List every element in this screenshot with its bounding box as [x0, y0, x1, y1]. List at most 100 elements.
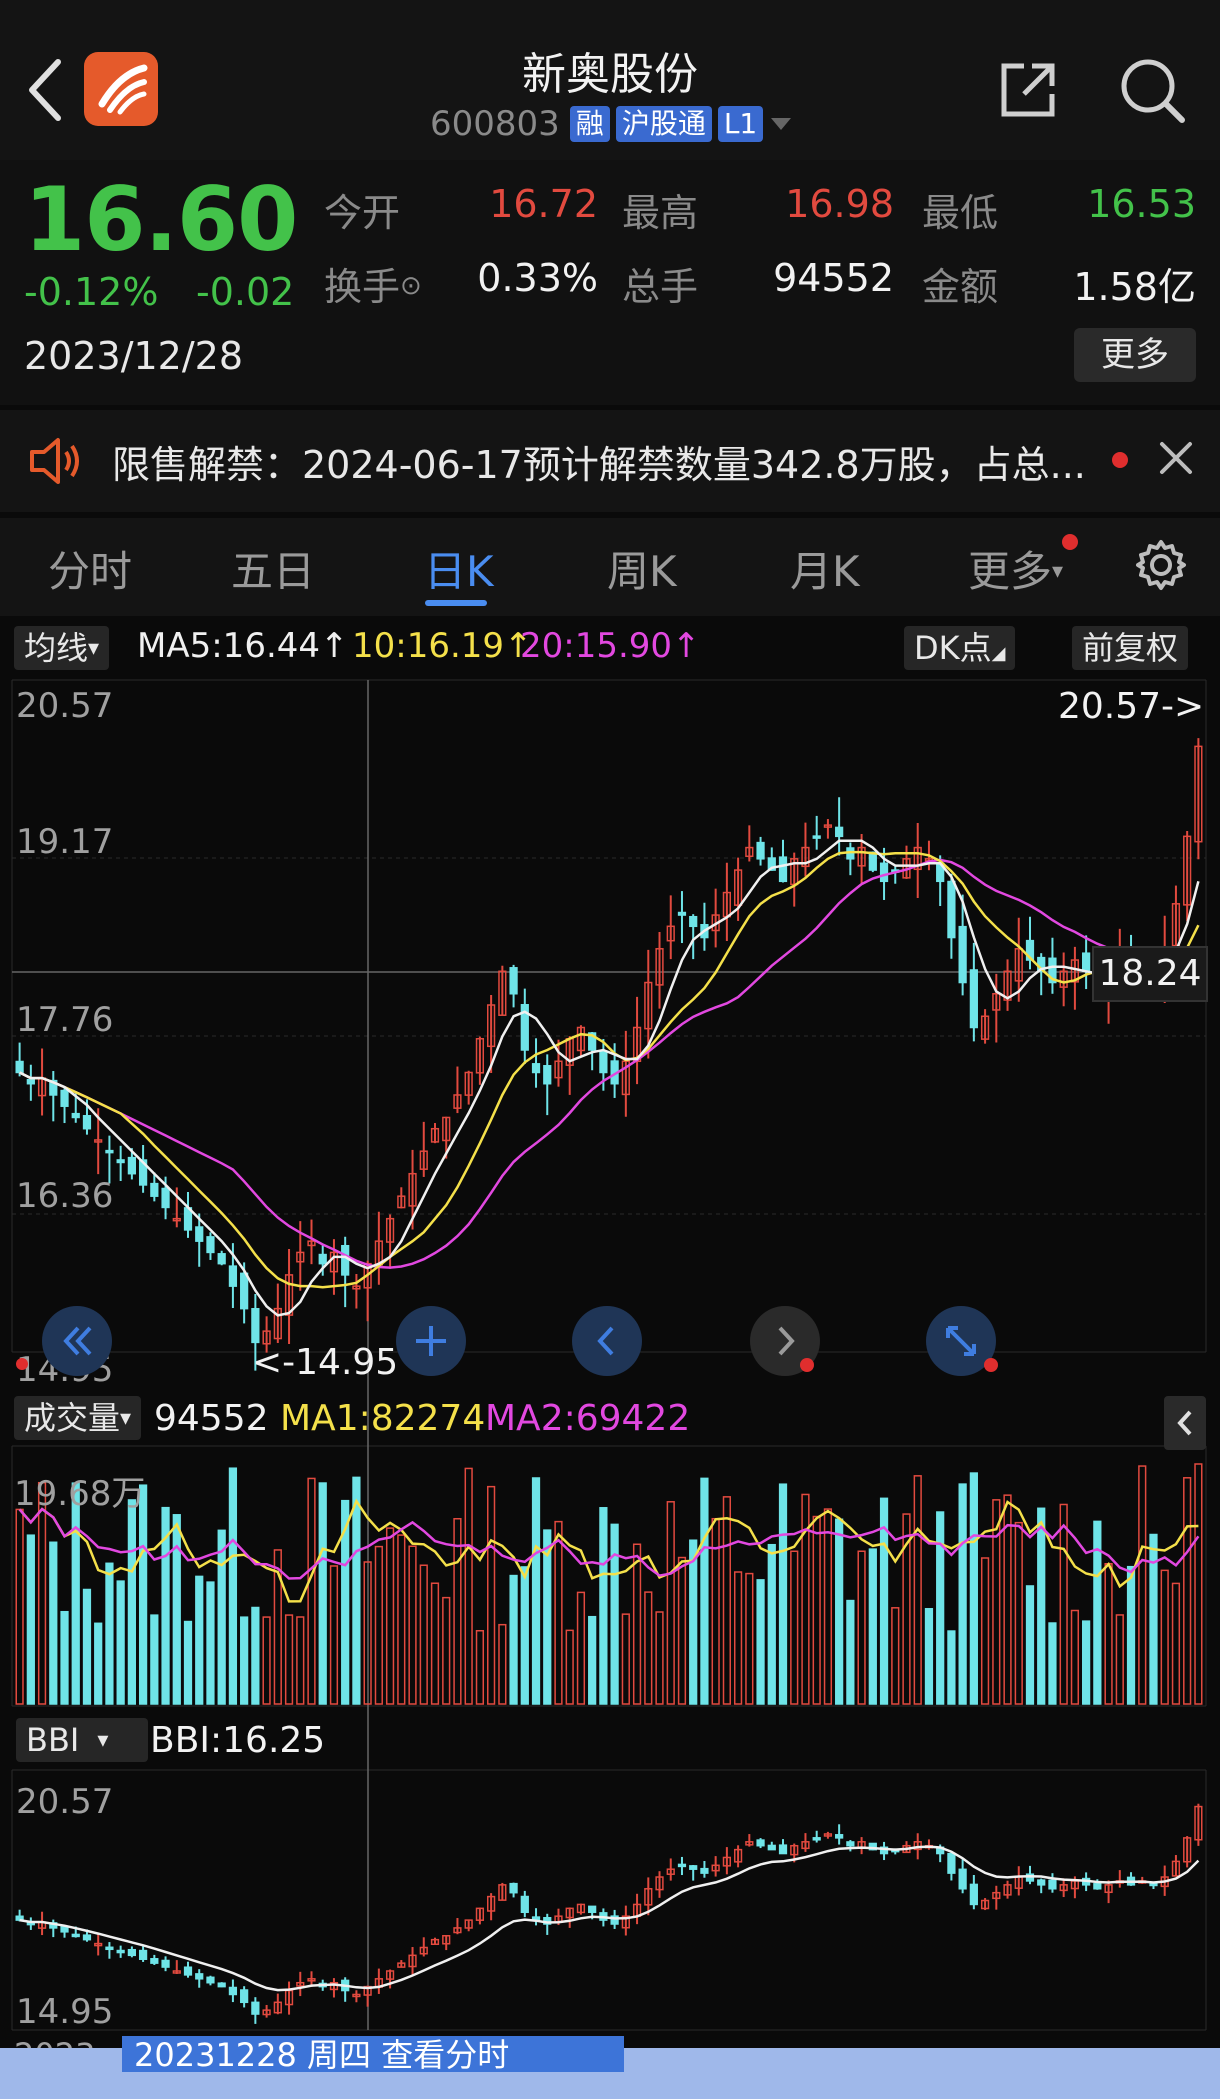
- min-price-marker: <-14.95: [252, 1342, 399, 1383]
- kline-y-label: 17.76: [16, 1000, 114, 1040]
- volume-bar: [228, 1467, 238, 1705]
- stock-code-row[interactable]: 600803 融 沪股通 L1: [430, 104, 793, 144]
- bbi-candle-body: [150, 1958, 159, 1964]
- volume-bar: [1115, 1614, 1124, 1705]
- kline-candle-body: [756, 841, 765, 860]
- low-value: 16.53: [1087, 182, 1196, 226]
- volume-bar: [408, 1545, 417, 1705]
- bbi-candle-body: [116, 1949, 125, 1954]
- volume-bar: [195, 1575, 204, 1705]
- volume-bar: [1194, 1463, 1203, 1705]
- tab-monthly-k[interactable]: 月K: [790, 538, 860, 599]
- close-notice-button[interactable]: [1156, 438, 1196, 478]
- kline-candle-body: [161, 1187, 170, 1209]
- volume-bar: [1014, 1521, 1023, 1705]
- share-button[interactable]: [996, 58, 1060, 122]
- bbi-candle-body: [767, 1844, 776, 1851]
- bbi-candle-body: [689, 1865, 698, 1870]
- more-quote-button[interactable]: 更多: [1074, 328, 1196, 382]
- volume-bar: [262, 1616, 271, 1705]
- volume-bar: [26, 1534, 35, 1705]
- open-label: 今开: [324, 191, 401, 235]
- tab-weekly-k[interactable]: 周K: [607, 538, 677, 599]
- volume-bar: [655, 1611, 664, 1705]
- settings-button[interactable]: [1134, 538, 1188, 592]
- volume-bars: [15, 1463, 1203, 1705]
- volume-bar: [733, 1571, 743, 1705]
- low-label: 最低: [922, 191, 999, 235]
- zoom-in-button[interactable]: [396, 1306, 466, 1376]
- scroll-left-fast-button[interactable]: [42, 1306, 112, 1376]
- volume-bar: [857, 1550, 866, 1705]
- volume-bar: [1138, 1465, 1147, 1705]
- tab-intraday[interactable]: 分时: [48, 538, 132, 599]
- volume-bar: [318, 1482, 327, 1705]
- tag-level: L1: [717, 106, 764, 142]
- bbi-y-bottom: 14.95: [16, 1992, 114, 2032]
- volume-bar: [464, 1467, 473, 1705]
- notice-text[interactable]: 限售解禁：2024-06-17预计解禁数量342.8万股，占总...: [112, 434, 1086, 489]
- volume-value: 94552: [773, 256, 894, 300]
- search-icon: [1121, 59, 1185, 123]
- volume-bar: [756, 1579, 765, 1705]
- bbi-candle-body: [812, 1837, 821, 1841]
- dk-point-button[interactable]: DK点◢: [904, 626, 1016, 670]
- volume-bar: [700, 1477, 709, 1705]
- ma20-value: 20:15.90↑: [520, 626, 701, 666]
- kline-candle-body: [341, 1244, 350, 1276]
- volume-bar: [1048, 1622, 1057, 1705]
- volume-bar: [138, 1484, 148, 1705]
- volume-bar: [969, 1472, 978, 1705]
- volume-label: 总手: [622, 265, 699, 309]
- info-dots-icon[interactable]: ⊙: [400, 271, 422, 301]
- double-chevron-left-icon: [63, 1326, 92, 1356]
- volume-bar: [621, 1613, 630, 1705]
- bbi-candle-body: [127, 1948, 136, 1957]
- scroll-right-badge: [800, 1358, 814, 1372]
- volume-selector[interactable]: 成交量▾: [14, 1396, 142, 1440]
- kline-candle-body: [15, 1060, 24, 1074]
- volume-selector-label: 成交量: [24, 1399, 121, 1437]
- fullscreen-badge: [984, 1358, 998, 1372]
- turnover-label-text: 换手: [324, 265, 401, 309]
- tab-more[interactable]: 更多▾: [968, 538, 1063, 599]
- volume-bar: [374, 1545, 383, 1705]
- kline-y-label: 20.57: [16, 686, 114, 726]
- volume-bar: [172, 1514, 181, 1705]
- bbi-selector[interactable]: BBI ▾: [16, 1718, 148, 1762]
- search-button[interactable]: [1118, 56, 1186, 124]
- tab-five-day[interactable]: 五日: [231, 538, 315, 599]
- volume-bar: [1104, 1562, 1113, 1705]
- scroll-left-button[interactable]: [572, 1306, 642, 1376]
- volume-bar: [644, 1591, 653, 1705]
- volume-ma1: MA1:82274: [280, 1398, 486, 1439]
- ma10-value: 10:16.19↑: [352, 626, 533, 666]
- collapse-panel-button[interactable]: [1164, 1396, 1206, 1450]
- volume-bar: [1149, 1533, 1158, 1705]
- kline-y-label: 16.36: [16, 1176, 114, 1216]
- kline-candle-body: [1082, 952, 1091, 973]
- bbi-candle-body: [105, 1946, 114, 1951]
- volume-bar: [1183, 1477, 1192, 1705]
- view-intraday-tooltip[interactable]: 20231228 周四 查看分时: [122, 2036, 624, 2072]
- bbi-candle-body: [217, 1982, 226, 1988]
- kline-candle-body: [150, 1182, 159, 1197]
- high-label: 最高: [622, 191, 699, 235]
- amount-value: 1.58亿: [1073, 265, 1196, 309]
- bbi-candle-body: [183, 1966, 193, 1976]
- volume-bar: [1037, 1507, 1046, 1705]
- kline-candle-body: [543, 1065, 552, 1085]
- caret-down-icon: ▾: [120, 1406, 132, 1431]
- volume-bar: [947, 1630, 956, 1705]
- ma-selector[interactable]: 均线▾: [14, 626, 110, 670]
- bbi-candle-body: [520, 1895, 529, 1914]
- volume-bar: [1070, 1609, 1080, 1705]
- kline-candle-body: [318, 1253, 327, 1265]
- volume-bar: [632, 1543, 642, 1705]
- volume-bar: [217, 1529, 226, 1705]
- volume-bar: [666, 1501, 675, 1705]
- volume-bar: [958, 1483, 967, 1705]
- adjust-button[interactable]: 前复权: [1072, 626, 1189, 670]
- tab-daily-k[interactable]: 日K: [424, 538, 494, 599]
- bbi-y-top: 20.57: [16, 1782, 114, 1822]
